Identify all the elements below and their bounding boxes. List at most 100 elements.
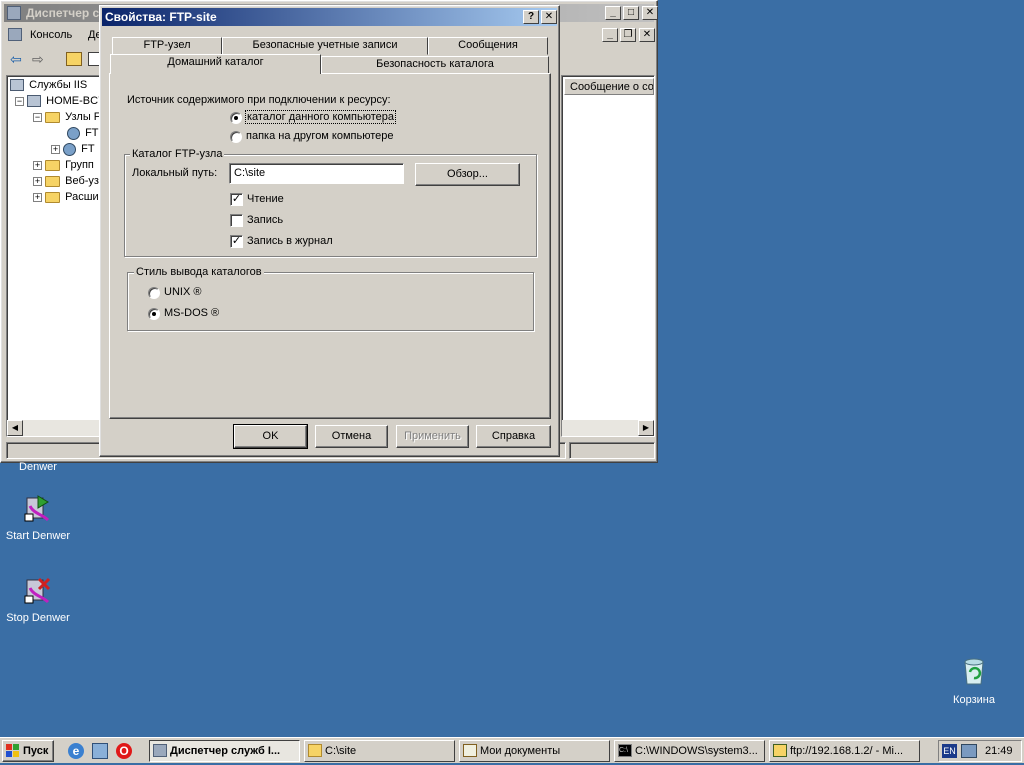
clock[interactable]: 21:49 <box>985 745 1013 757</box>
tree-node-ftp-2[interactable]: + FT <box>51 143 95 156</box>
menu-console[interactable]: Консоль <box>30 29 72 41</box>
tab-security-accounts[interactable]: Безопасные учетные записи <box>222 37 428 55</box>
tab-messages[interactable]: Сообщения <box>428 37 548 55</box>
tree-node-server[interactable]: − HOME-BC7 <box>15 95 104 108</box>
properties-dialog[interactable]: Свойства: FTP-site ? ✕ FTP-узел Безопасн… <box>99 5 560 457</box>
tab-panel: Источник содержимого при подключении к р… <box>109 73 551 419</box>
language-indicator[interactable]: EN <box>942 744 957 758</box>
start-button[interactable]: Пуск <box>2 740 54 762</box>
ftp-folder-icon <box>773 744 787 757</box>
msdos-radio[interactable] <box>148 308 160 320</box>
collapse-icon[interactable]: − <box>33 112 42 122</box>
help-dialog-button[interactable]: Справка <box>476 425 551 448</box>
folder-icon <box>45 175 61 187</box>
tree-node-iis[interactable]: Службы IIS <box>10 79 87 92</box>
task-ftp-explorer[interactable]: ftp://192.168.1.2/ - Mi... <box>769 740 920 762</box>
folder-icon <box>45 191 61 203</box>
write-label: Запись <box>247 214 284 226</box>
task-folder-site[interactable]: C:\site <box>304 740 455 762</box>
ok-button[interactable]: OK <box>233 424 308 449</box>
tab-home-directory[interactable]: Домашний каталог <box>110 54 321 74</box>
folder-icon <box>45 159 61 171</box>
collapse-icon[interactable]: − <box>15 96 24 106</box>
source-local-radio[interactable] <box>230 112 242 124</box>
folder-icon <box>45 111 61 123</box>
console-menu-icon <box>8 28 22 41</box>
opera-quicklaunch-icon[interactable]: O <box>116 743 132 759</box>
task-my-documents[interactable]: Мои документы <box>459 740 610 762</box>
log-visits-label: Запись в журнал <box>247 235 333 247</box>
list-pane[interactable]: Сообщение о сос ▶ <box>561 75 655 437</box>
status-bar-panel <box>569 442 655 459</box>
listing-style-group <box>127 272 534 331</box>
tree-node-web[interactable]: + Веб-уз <box>33 175 99 187</box>
taskbar: Пуск e O Диспетчер служб I... C:\site Мо… <box>0 737 1024 763</box>
task-command-prompt[interactable]: C:\ C:\WINDOWS\system3... <box>614 740 765 762</box>
tab-ftp-site[interactable]: FTP-узел <box>112 37 222 55</box>
dialog-close-button[interactable]: ✕ <box>541 10 557 24</box>
expand-icon[interactable]: + <box>33 176 42 186</box>
expand-icon[interactable]: + <box>33 192 42 202</box>
expand-icon[interactable]: + <box>51 145 60 154</box>
tree-node-groups[interactable]: + Групп <box>33 159 94 171</box>
desktop-label-denwer[interactable]: Denwer <box>0 461 78 473</box>
tree-pane[interactable]: Службы IIS − HOME-BC7 − Узлы F FT + FT +… <box>6 75 104 437</box>
scroll-left-button[interactable]: ◀ <box>7 420 23 436</box>
browse-button[interactable]: Обзор... <box>415 163 520 186</box>
child-minimize-button[interactable]: _ <box>602 28 618 42</box>
iis-services-icon <box>10 79 24 92</box>
child-close-button[interactable]: ✕ <box>639 28 655 42</box>
folder-icon <box>308 744 322 757</box>
unix-label: UNIX ® <box>164 286 202 298</box>
msdos-label: MS-DOS ® <box>164 307 220 319</box>
up-folder-icon[interactable] <box>66 52 82 66</box>
log-visits-checkbox[interactable]: ✓ <box>230 235 243 248</box>
computer-icon <box>27 95 42 108</box>
close-button[interactable]: ✕ <box>642 6 658 20</box>
desktop-icon-start-denwer[interactable]: Start Denwer <box>0 490 78 546</box>
listing-style-group-label: Стиль вывода каталогов <box>134 266 264 278</box>
read-checkbox[interactable]: ✓ <box>230 193 243 206</box>
forward-arrow-icon[interactable]: ⇨ <box>32 51 44 68</box>
scroll-right-button[interactable]: ▶ <box>638 420 654 436</box>
minimize-button[interactable]: _ <box>605 6 621 20</box>
child-restore-button[interactable]: ❐ <box>620 28 636 42</box>
tree-hscrollbar[interactable]: ◀ <box>7 420 101 436</box>
dialog-title-bar[interactable]: Свойства: FTP-site ? ✕ <box>102 8 557 26</box>
ftp-directory-group-label: Каталог FTP-узла <box>130 148 225 160</box>
write-checkbox[interactable] <box>230 214 243 227</box>
stop-denwer-label: Stop Denwer <box>6 612 70 624</box>
tab-directory-security[interactable]: Безопасность каталога <box>321 56 549 74</box>
column-header[interactable]: Сообщение о сос <box>564 78 654 95</box>
tree-node-ftp-1[interactable]: FT <box>67 127 99 140</box>
apply-button[interactable]: Применить <box>396 425 469 448</box>
tree-node-extensions[interactable]: + Расши <box>33 191 99 203</box>
network-icon[interactable] <box>961 744 977 758</box>
local-path-field[interactable]: C:\site <box>229 163 404 184</box>
cancel-button[interactable]: Отмена <box>315 425 388 448</box>
ie-quicklaunch-icon[interactable]: e <box>68 743 84 759</box>
tree-node-ftp-sites[interactable]: − Узлы F <box>33 111 101 123</box>
source-local-label: каталог данного компьютера <box>244 110 397 124</box>
start-denwer-icon <box>24 494 52 522</box>
back-arrow-icon[interactable]: ⇦ <box>10 51 22 68</box>
source-remote-label: папка на другом компьютере <box>246 130 394 142</box>
iis-app-icon <box>7 6 21 20</box>
iis-window-title: Диспетчер с <box>26 6 100 20</box>
recycle-bin-icon <box>960 656 988 686</box>
local-path-label: Локальный путь: <box>132 167 218 179</box>
desktop-icon-stop-denwer[interactable]: Stop Denwer <box>0 572 78 628</box>
unix-radio[interactable] <box>148 287 160 299</box>
desktop-icon-recycle-bin[interactable]: Корзина <box>934 654 1014 710</box>
source-remote-radio[interactable] <box>230 131 242 143</box>
task-iis-manager[interactable]: Диспетчер служб I... <box>149 740 300 762</box>
windows-logo-icon <box>6 744 20 758</box>
source-label: Источник содержимого при подключении к р… <box>127 94 391 106</box>
list-hscrollbar[interactable]: ▶ <box>562 420 654 436</box>
desktop-quicklaunch-icon[interactable] <box>92 743 108 759</box>
help-button[interactable]: ? <box>523 10 539 24</box>
expand-icon[interactable]: + <box>33 160 42 170</box>
maximize-button[interactable]: □ <box>623 6 639 20</box>
ftp-site-icon <box>63 143 77 156</box>
stop-denwer-icon <box>24 576 52 604</box>
